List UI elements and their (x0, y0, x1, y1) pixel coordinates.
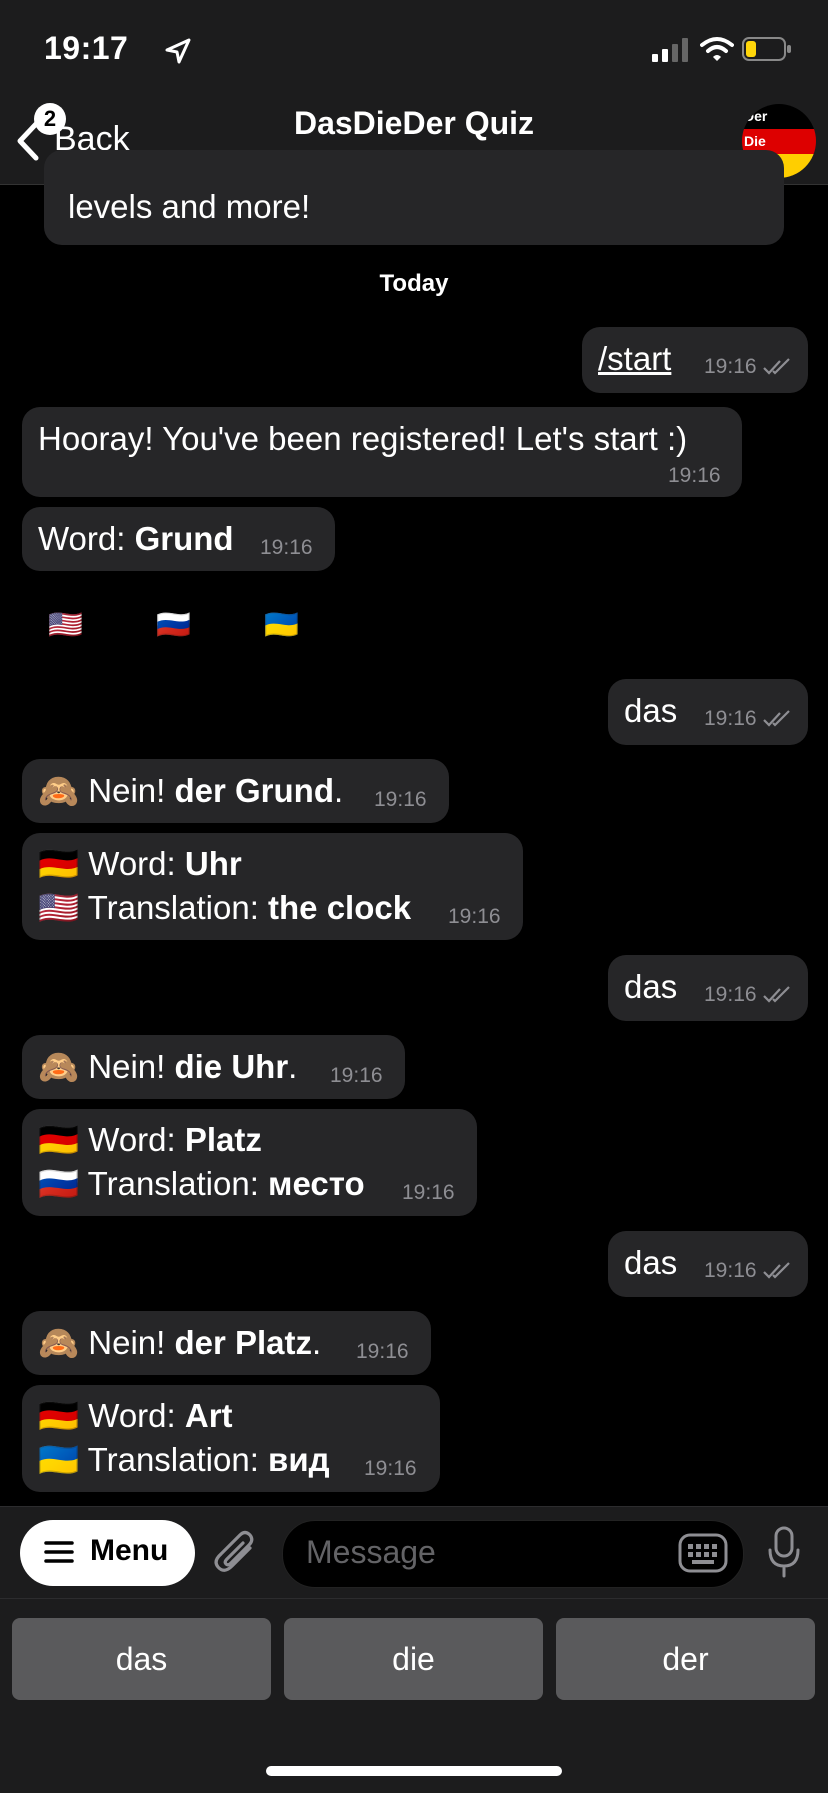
message-suffix: . (312, 1324, 322, 1361)
answer-bold: der Grund (174, 772, 334, 809)
message-placeholder: Message (306, 1534, 436, 1570)
status-time: 19:17 (44, 30, 129, 66)
result-message-text: 🙈 Nein! der Grund. (38, 772, 343, 811)
message-suffix: . (288, 1048, 298, 1085)
word-line: 🇩🇪 Word: Uhr (38, 845, 242, 884)
menu-label: Menu (90, 1534, 169, 1567)
result-message-text: 🙈 Nein! die Uhr. (38, 1048, 297, 1087)
hamburger-icon (44, 1541, 74, 1563)
russian-flag-icon: 🇷🇺 (38, 1165, 80, 1202)
message-time: 19:16 (330, 1064, 383, 1087)
word-bold: Grund (134, 520, 234, 557)
message-time: 19:16 (704, 707, 757, 730)
date-separator: Today (379, 270, 449, 297)
translation-bold: вид (268, 1441, 330, 1478)
read-checkmarks-icon (763, 710, 790, 727)
monkey-emoji-icon: 🙈 (38, 772, 80, 809)
wifi-icon (700, 37, 734, 61)
word-message-text: Word: Grund (38, 520, 234, 558)
german-flag-icon: 🇩🇪 (38, 845, 80, 882)
message-text: Hooray! You've been registered! Let's st… (38, 420, 688, 457)
word-line: 🇩🇪 Word: Art (38, 1397, 233, 1436)
message-prefix: Translation: (87, 1165, 269, 1202)
word-bold: Platz (184, 1121, 262, 1158)
message-time: 19:16 (704, 983, 757, 1006)
cellular-signal-icon (652, 38, 688, 62)
message-prefix: Word: (88, 1397, 185, 1434)
word-line: 🇩🇪 Word: Platz (38, 1121, 262, 1160)
battery-icon (742, 37, 791, 61)
message-prefix: Nein! (88, 1048, 175, 1085)
answer-bold: die Uhr (174, 1048, 289, 1085)
translation-line: 🇺🇸 Translation: the clock (38, 889, 411, 928)
message-text: das (624, 1244, 678, 1281)
read-checkmarks-icon (763, 1262, 790, 1279)
german-flag-icon: 🇩🇪 (38, 1121, 80, 1158)
message-prefix: Nein! (88, 772, 175, 809)
home-indicator[interactable] (266, 1766, 562, 1776)
message-time: 19:16 (260, 536, 313, 559)
message-text: das (624, 692, 678, 729)
message-time: 19:16 (374, 788, 427, 811)
command-link[interactable]: /start (598, 340, 671, 378)
message-time: 19:16 (704, 1259, 757, 1282)
message-text: das (624, 968, 678, 1005)
chat-title[interactable]: DasDieDer Quiz (0, 105, 828, 142)
translation-line: 🇺🇦 Translation: вид (38, 1441, 330, 1480)
message-prefix: Translation: (87, 1441, 269, 1478)
message-text: levels and more! (68, 188, 311, 225)
answer-das-button[interactable]: das (12, 1618, 271, 1700)
translate-english-button[interactable]: 🇺🇸 (48, 608, 83, 641)
translate-russian-button[interactable]: 🇷🇺 (156, 608, 191, 641)
result-message-text: 🙈 Nein! der Platz. (38, 1324, 321, 1363)
message-time: 19:16 (448, 905, 501, 928)
message-prefix: Word: (88, 845, 185, 882)
message-prefix: Word: (38, 520, 135, 557)
message-prefix: Nein! (88, 1324, 175, 1361)
keyboard-toggle-icon[interactable] (678, 1533, 728, 1573)
message-time: 19:16 (668, 464, 721, 487)
translation-line: 🇷🇺 Translation: место (38, 1165, 365, 1204)
read-checkmarks-icon (763, 986, 790, 1003)
attach-paperclip-icon[interactable] (214, 1526, 260, 1578)
us-flag-icon: 🇺🇸 (38, 889, 80, 926)
location-arrow-icon (165, 38, 191, 64)
translation-bold: место (268, 1165, 365, 1202)
message-time: 19:16 (704, 355, 757, 378)
read-checkmarks-icon (763, 358, 790, 375)
microphone-icon[interactable] (766, 1524, 802, 1580)
word-bold: Art (184, 1397, 233, 1434)
answer-die-button[interactable]: die (284, 1618, 543, 1700)
word-bold: Uhr (184, 845, 242, 882)
message-time: 19:16 (364, 1457, 417, 1480)
translation-bold: the clock (268, 889, 412, 926)
message-time: 19:16 (356, 1340, 409, 1363)
german-flag-icon: 🇩🇪 (38, 1397, 80, 1434)
translate-ukrainian-button[interactable]: 🇺🇦 (264, 608, 299, 641)
monkey-emoji-icon: 🙈 (38, 1048, 80, 1085)
message-prefix: Word: (88, 1121, 185, 1158)
message-suffix: . (334, 772, 344, 809)
message-time: 19:16 (402, 1181, 455, 1204)
message-prefix: Translation: (87, 889, 269, 926)
answer-der-button[interactable]: der (556, 1618, 815, 1700)
ukrainian-flag-icon: 🇺🇦 (38, 1441, 80, 1478)
monkey-emoji-icon: 🙈 (38, 1324, 80, 1361)
answer-bold: der Platz (174, 1324, 313, 1361)
